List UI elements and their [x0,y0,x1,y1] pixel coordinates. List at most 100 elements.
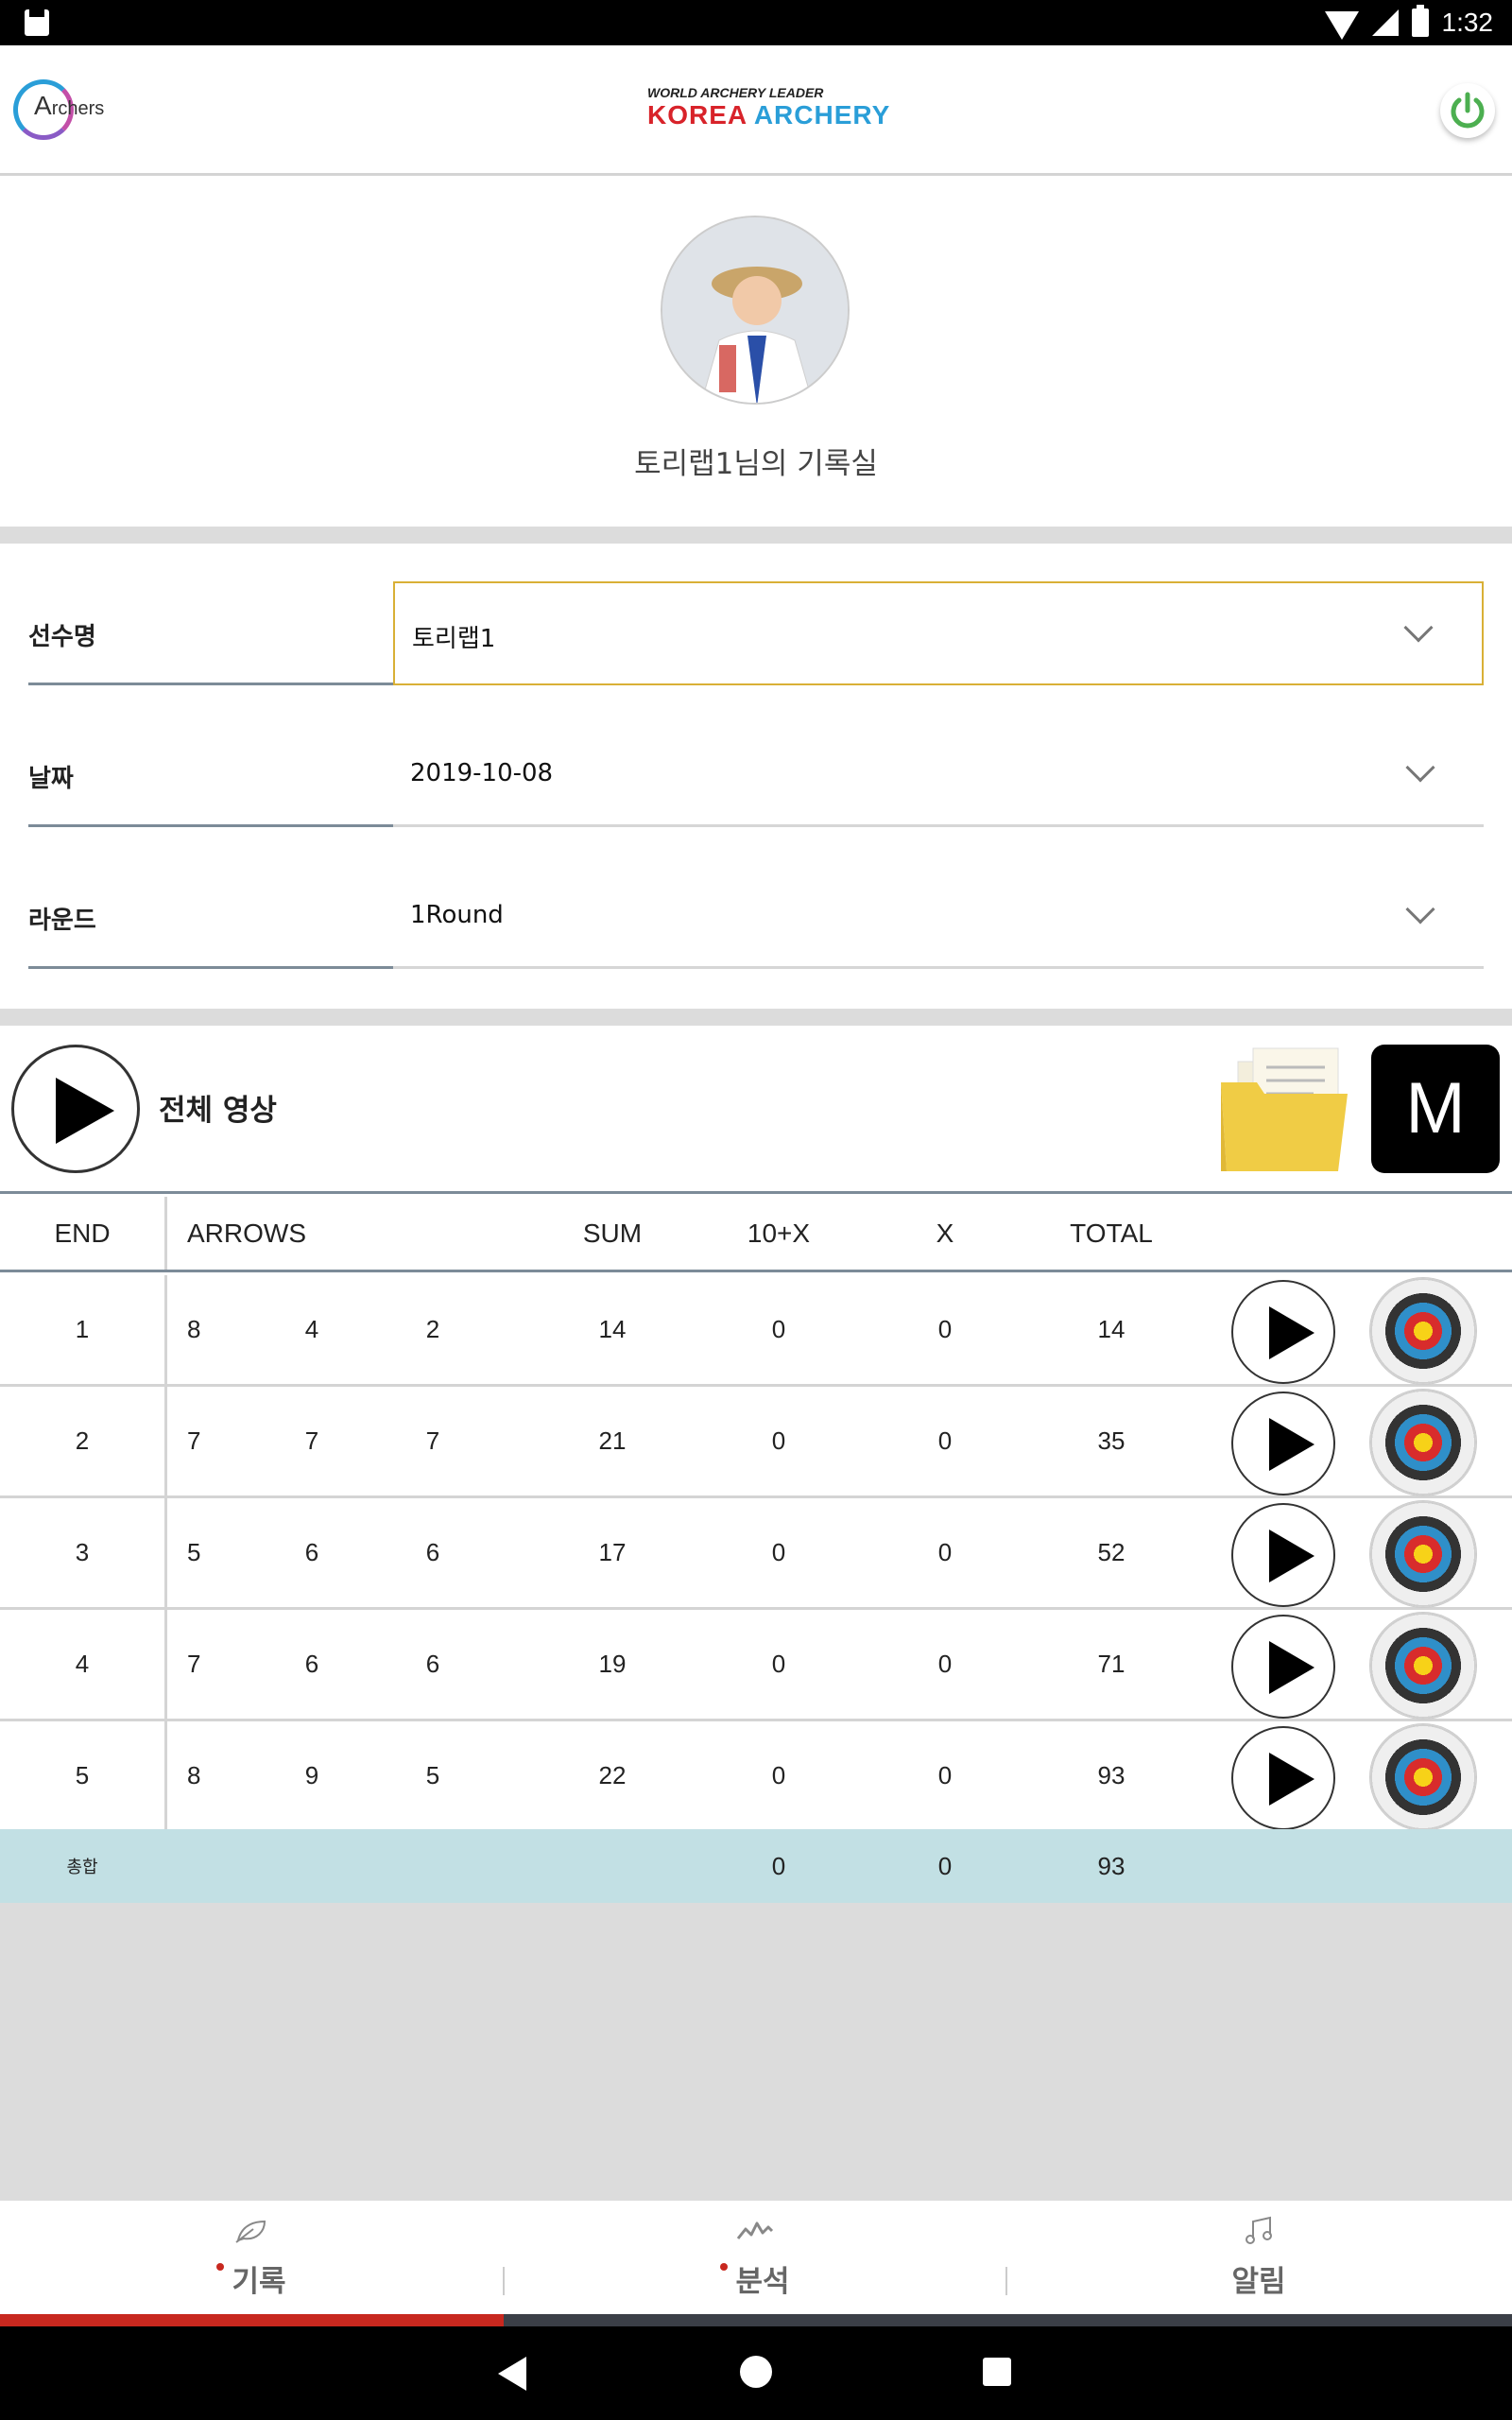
status-bar: 1:32 [0,0,1512,45]
cell-end: 5 [75,1761,90,1789]
status-time: 1:32 [1441,8,1494,37]
row-play-button[interactable] [1231,1280,1335,1384]
target-icon[interactable] [1370,1390,1476,1495]
cell-10x: 0 [771,1426,786,1455]
divider [0,527,1512,544]
nav-label-records: 기록 [232,2265,286,2299]
header-total: TOTAL [1070,1218,1153,1248]
player-label: 선수명 [28,581,393,685]
archers-logo[interactable]: Archers [13,79,117,146]
table-row: 3 5 6 6 17 0 0 52 [0,1498,1512,1610]
nav-label-alerts: 알림 [1231,2265,1286,2299]
cell-arrow1: 8 [187,1315,201,1343]
target-icon[interactable] [1370,1613,1476,1719]
back-icon[interactable] [498,2357,526,2391]
cell-10x: 0 [771,1315,786,1343]
cell-sum: 19 [598,1650,627,1678]
logo-word-archery: ARCHERY [753,100,891,130]
target-icon[interactable] [1370,1278,1476,1384]
table-row: 5 8 9 5 22 0 0 93 [0,1721,1512,1833]
app-header: Archers WORLD ARCHERY LEADER KOREA ARCHE… [0,45,1512,176]
row-play-button[interactable] [1231,1615,1335,1719]
cell-10x: 0 [771,1538,786,1566]
cell-sum: 14 [598,1315,627,1343]
nav-item-records[interactable]: 기록 [0,2201,503,2314]
cell-arrow3: 7 [425,1426,440,1455]
logo-rest: rchers [51,98,105,119]
round-label: 라운드 [28,865,393,969]
empty-area [0,1903,1512,2201]
music-note-icon [1246,2216,1272,2244]
video-label: 전체 영상 [159,1094,277,1128]
date-label: 날짜 [28,723,393,827]
logo-initial: A [34,91,52,120]
cell-end: 1 [75,1315,90,1343]
signal-icon [1371,9,1399,36]
total-label: 총합 [66,1858,98,1876]
play-all-button[interactable] [11,1045,140,1173]
cell-x: 0 [937,1538,953,1566]
table-row: 1 8 4 2 14 0 0 14 [0,1275,1512,1387]
target-icon[interactable] [1370,1724,1476,1830]
target-icon[interactable] [1370,1501,1476,1607]
header-end: END [54,1218,111,1248]
cell-x: 0 [937,1650,953,1678]
cell-arrow3: 5 [425,1761,440,1789]
cell-arrow1: 8 [187,1761,201,1789]
bottom-nav: 기록 분석 알림 [0,2201,1512,2314]
round-value: 1Round [410,901,504,929]
nav-item-analysis[interactable]: 분석 [504,2201,1006,2314]
cell-total: 52 [1097,1538,1125,1566]
header-sum: SUM [582,1218,643,1248]
battery-icon [1411,5,1429,37]
home-icon[interactable] [740,2356,772,2388]
tab-indicator-active [0,2314,504,2326]
cell-total: 71 [1097,1650,1125,1678]
power-icon [1451,92,1485,129]
row-play-button[interactable] [1231,1726,1335,1830]
table-total-row: 총합 0 0 93 [0,1829,1512,1903]
total-x: 0 [937,1851,953,1880]
cell-end: 4 [75,1650,90,1678]
recent-apps-icon[interactable] [983,2358,1011,2386]
table-header: END ARROWS SUM 10+X X TOTAL [0,1197,1512,1272]
column-divider [164,1197,167,1270]
player-select[interactable]: 토리랩1 [393,581,1484,685]
cell-total: 35 [1097,1426,1125,1455]
power-button[interactable] [1440,83,1495,138]
total-total: 93 [1097,1851,1125,1880]
cell-end: 2 [75,1426,90,1455]
cell-arrow2: 6 [304,1538,319,1566]
filter-form: 선수명 토리랩1 날짜 2019-10-08 라운드 1Round [0,544,1512,1009]
profile-title: 토리랩1님의 기록실 [634,447,878,481]
round-select[interactable]: 1Round [393,865,1484,969]
cell-arrow1: 7 [187,1426,201,1455]
notification-dot [216,2263,225,2271]
chevron-down-icon [1403,613,1434,643]
cell-total: 14 [1097,1315,1125,1343]
header-x: X [936,1218,954,1248]
avatar [661,216,850,405]
cell-arrow2: 9 [304,1761,319,1789]
korea-archery-logo: WORLD ARCHERY LEADER KOREA ARCHERY [647,85,893,142]
cell-x: 0 [937,1315,953,1343]
cell-10x: 0 [771,1761,786,1789]
chevron-down-icon [1405,894,1435,925]
video-bar: 전체 영상 M [0,1026,1512,1194]
date-value: 2019-10-08 [410,759,554,787]
chart-icon [736,2221,774,2239]
row-play-button[interactable] [1231,1503,1335,1607]
cell-arrow1: 7 [187,1650,201,1678]
nav-item-alerts[interactable]: 알림 [1007,2201,1510,2314]
date-select[interactable]: 2019-10-08 [393,723,1484,827]
folder-button[interactable] [1219,1045,1349,1173]
cell-arrow3: 6 [425,1650,440,1678]
total-10x: 0 [771,1851,786,1880]
m-button[interactable]: M [1371,1045,1500,1173]
profile-section: 토리랩1님의 기록실 [0,179,1512,527]
cell-x: 0 [937,1426,953,1455]
cell-sum: 22 [598,1761,627,1789]
leaf-icon [235,2220,266,2243]
row-play-button[interactable] [1231,1392,1335,1495]
cell-arrow3: 6 [425,1538,440,1566]
